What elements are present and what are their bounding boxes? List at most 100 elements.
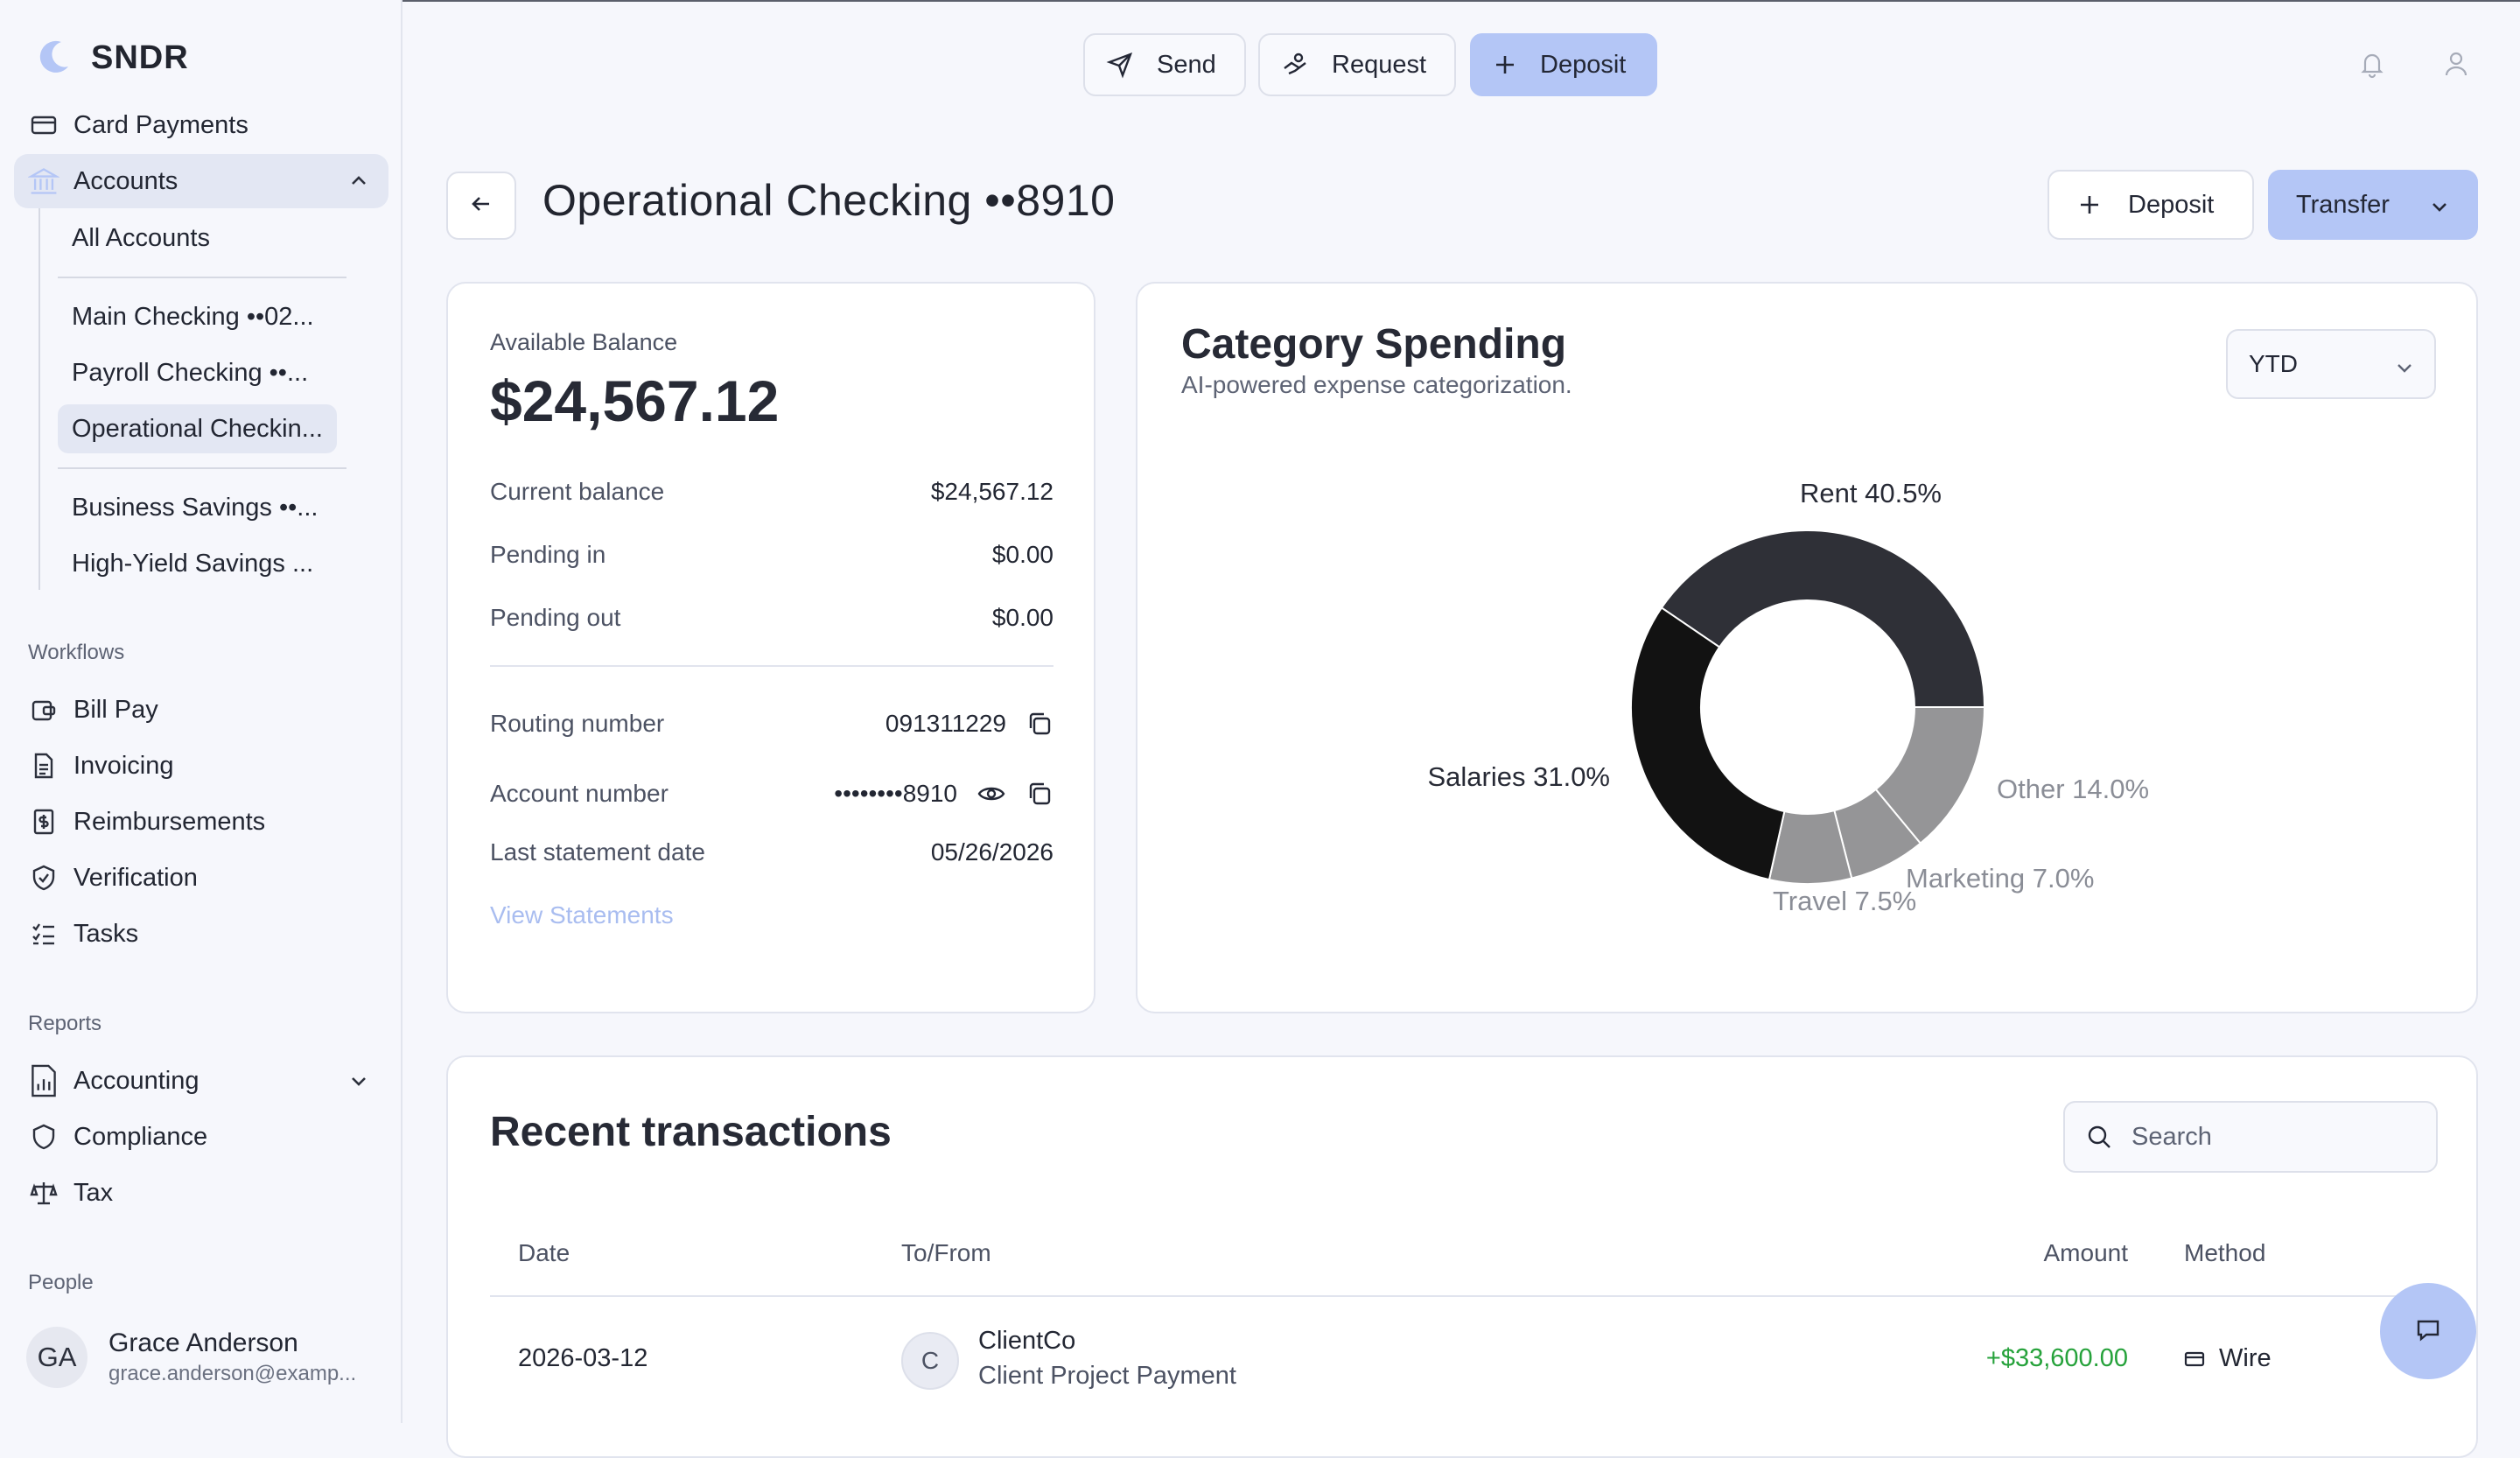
document-icon [28, 750, 60, 782]
sidebar-item-accounting[interactable]: Accounting [14, 1054, 388, 1108]
checklist-icon [28, 918, 60, 950]
sidebar-subitem-operational-checking[interactable]: Operational Checkin... [58, 404, 337, 453]
sidebar-item-label: Card Payments [74, 110, 248, 139]
sidebar-item-tasks[interactable]: Tasks [14, 907, 388, 961]
sidebar-item-label: Compliance [74, 1122, 208, 1151]
deposit-button[interactable]: Deposit [1470, 33, 1657, 96]
sidebar-subitem-payroll-checking[interactable]: Payroll Checking ••... [58, 348, 322, 397]
row-value: $0.00 [991, 604, 1054, 631]
column-header-amount[interactable]: Amount [2044, 1239, 2129, 1267]
search-input[interactable]: Search [2063, 1101, 2438, 1173]
send-button[interactable]: Send [1083, 33, 1246, 96]
deposit-label: Deposit [1540, 50, 1627, 79]
chat-icon [2414, 1315, 2442, 1348]
account-deposit-label: Deposit [2128, 190, 2215, 219]
sidebar-item-tax[interactable]: Tax [14, 1166, 388, 1220]
account-number-value: ••••••••8910 [834, 780, 957, 807]
sidebar-item-label: Accounting [74, 1066, 200, 1095]
view-statements-link[interactable]: View Statements [490, 901, 674, 929]
available-balance-label: Available Balance [490, 329, 678, 355]
page-title: Operational Checking ••8910 [542, 176, 1116, 225]
available-balance-amount: $24,567.12 [490, 368, 780, 433]
submenu-divider [58, 277, 346, 278]
report-chart-icon [28, 1064, 60, 1097]
transaction-description: Client Project Payment [978, 1362, 1236, 1390]
account-deposit-button[interactable]: Deposit [2048, 170, 2254, 240]
credit-card-icon [28, 109, 60, 141]
transaction-amount: +$33,600.00 [1985, 1344, 2128, 1372]
user-email: grace.anderson@examp... [108, 1362, 357, 1385]
eye-icon[interactable] [976, 780, 1006, 808]
routing-number-row: Routing number 091311229 [490, 702, 1054, 746]
search-placeholder: Search [2132, 1122, 2212, 1151]
back-button[interactable] [446, 172, 516, 240]
sidebar-item-verification[interactable]: Verification [14, 851, 388, 905]
row-label: Last statement date [490, 838, 705, 866]
sidebar-subitem-all-accounts[interactable]: All Accounts [58, 214, 224, 263]
column-header-method[interactable]: Method [2184, 1239, 2265, 1267]
submenu-guide-line [38, 208, 40, 590]
donut-label-other: Other 14.0% [1997, 774, 2149, 804]
donut-label-travel: Travel 7.5% [1773, 886, 1916, 916]
row-value: $24,567.12 [930, 478, 1054, 505]
section-label-people: People [28, 1271, 94, 1294]
credit-card-icon [2184, 1349, 2205, 1370]
copy-icon[interactable] [1026, 780, 1054, 808]
transactions-card: Recent transactions Search Date To/From … [446, 1055, 2478, 1458]
category-spending-card: Category Spending AI-powered expense cat… [1136, 282, 2478, 1013]
send-icon [1106, 51, 1134, 79]
counterparty-name: ClientCo [978, 1327, 1076, 1355]
search-icon [2086, 1124, 2112, 1150]
bill-icon [28, 694, 60, 725]
brand-name: SNDR [91, 39, 189, 76]
bell-icon[interactable] [2357, 49, 2387, 83]
column-header-date[interactable]: Date [518, 1239, 570, 1267]
method-label: Wire [2219, 1344, 2272, 1372]
receipt-dollar-icon [28, 806, 60, 838]
brand[interactable]: SNDR [35, 37, 189, 80]
arrow-left-icon [468, 191, 494, 221]
account-number-row: Account number ••••••••8910 [490, 772, 1054, 816]
transfer-button[interactable]: Transfer [2268, 170, 2478, 240]
sidebar-item-label: Accounts [74, 166, 178, 195]
avatar: GA [26, 1327, 88, 1388]
sidebar-subitem-high-yield-savings[interactable]: High-Yield Savings ... [58, 539, 327, 588]
bank-icon [28, 165, 60, 197]
plus-icon [1493, 53, 1517, 77]
donut-label-marketing: Marketing 7.0% [1906, 863, 2094, 894]
chevron-up-icon[interactable] [346, 169, 371, 200]
request-label: Request [1332, 50, 1427, 79]
row-label: Pending in [490, 541, 606, 568]
shield-icon [28, 1121, 60, 1153]
copy-icon[interactable] [1026, 710, 1054, 738]
sidebar-item-label: Invoicing [74, 751, 174, 780]
donut-slice-rent[interactable] [1660, 529, 1986, 708]
sidebar: SNDR Card Payments Accounts All Accounts… [0, 0, 402, 1423]
chevron-down-icon[interactable] [346, 1069, 371, 1100]
sidebar-subitem-main-checking[interactable]: Main Checking ••02... [58, 292, 328, 341]
send-label: Send [1157, 50, 1216, 79]
sidebar-subitem-business-savings[interactable]: Business Savings ••... [58, 483, 332, 532]
sidebar-item-compliance[interactable]: Compliance [14, 1110, 388, 1164]
transaction-method: Wire [2184, 1344, 2272, 1373]
table-header-divider [490, 1295, 2438, 1297]
column-header-to-from[interactable]: To/From [901, 1239, 991, 1267]
donut-slice-salaries[interactable] [1630, 606, 1786, 881]
user-icon[interactable] [2441, 49, 2471, 83]
counterparty-avatar: C [901, 1332, 959, 1390]
shield-check-icon [28, 862, 60, 894]
sidebar-item-reimbursements[interactable]: Reimbursements [14, 795, 388, 849]
sidebar-item-label: Verification [74, 863, 198, 892]
sidebar-item-bill-pay[interactable]: Bill Pay [14, 683, 388, 737]
sidebar-item-card-payments[interactable]: Card Payments [14, 98, 388, 152]
routing-number-value: 091311229 [885, 710, 1006, 737]
user-profile[interactable]: GA Grace Anderson grace.anderson@examp..… [26, 1327, 356, 1388]
sidebar-item-accounts[interactable]: Accounts [14, 154, 388, 208]
section-label-workflows: Workflows [28, 641, 125, 664]
row-value: $0.00 [991, 541, 1054, 568]
pending-out-row: Pending out $0.00 [490, 604, 1054, 632]
request-button[interactable]: Request [1258, 33, 1456, 96]
sidebar-item-invoicing[interactable]: Invoicing [14, 739, 388, 793]
donut-label-salaries: Salaries 31.0% [1427, 761, 1610, 792]
chat-button[interactable] [2380, 1283, 2476, 1379]
